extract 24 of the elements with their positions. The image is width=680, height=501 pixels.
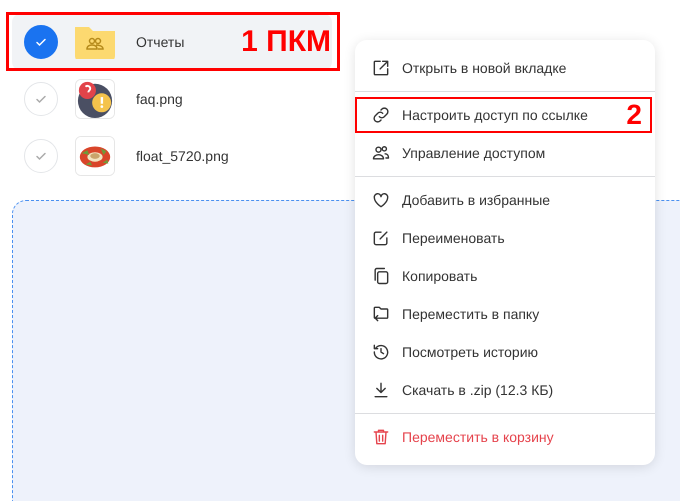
menu-item[interactable]: Переместить в папку — [355, 295, 655, 333]
menu-item-icon — [371, 58, 391, 78]
file-row[interactable]: faq.png — [12, 71, 332, 127]
menu-item-icon — [371, 105, 391, 125]
menu-item[interactable]: Переименовать — [355, 219, 655, 257]
menu-item-icon — [371, 427, 391, 447]
menu-item[interactable]: Посмотреть историю — [355, 333, 655, 371]
menu-item-icon — [371, 342, 391, 362]
select-checkbox[interactable] — [24, 25, 58, 59]
menu-item[interactable]: Открыть в новой вкладке — [355, 49, 655, 87]
annotation-label: 1 ПКМ — [241, 24, 331, 58]
file-name: float_5720.png — [136, 148, 229, 164]
file-name: Отчеты — [136, 34, 184, 50]
menu-item[interactable]: Копировать — [355, 257, 655, 295]
menu-item-icon — [371, 304, 391, 324]
menu-item[interactable]: Настроить доступ по ссылке 2 — [355, 96, 655, 134]
file-row[interactable]: float_5720.png — [12, 128, 332, 184]
menu-item[interactable]: Управление доступом — [355, 134, 655, 172]
menu-item-icon — [371, 190, 391, 210]
menu-item[interactable]: Переместить в корзину — [355, 418, 655, 456]
annotation-label: 2 — [626, 99, 642, 131]
menu-item[interactable]: Скачать в .zip (12.3 КБ) — [355, 371, 655, 409]
file-name: faq.png — [136, 91, 183, 107]
menu-item[interactable]: Добавить в избранные — [355, 181, 655, 219]
